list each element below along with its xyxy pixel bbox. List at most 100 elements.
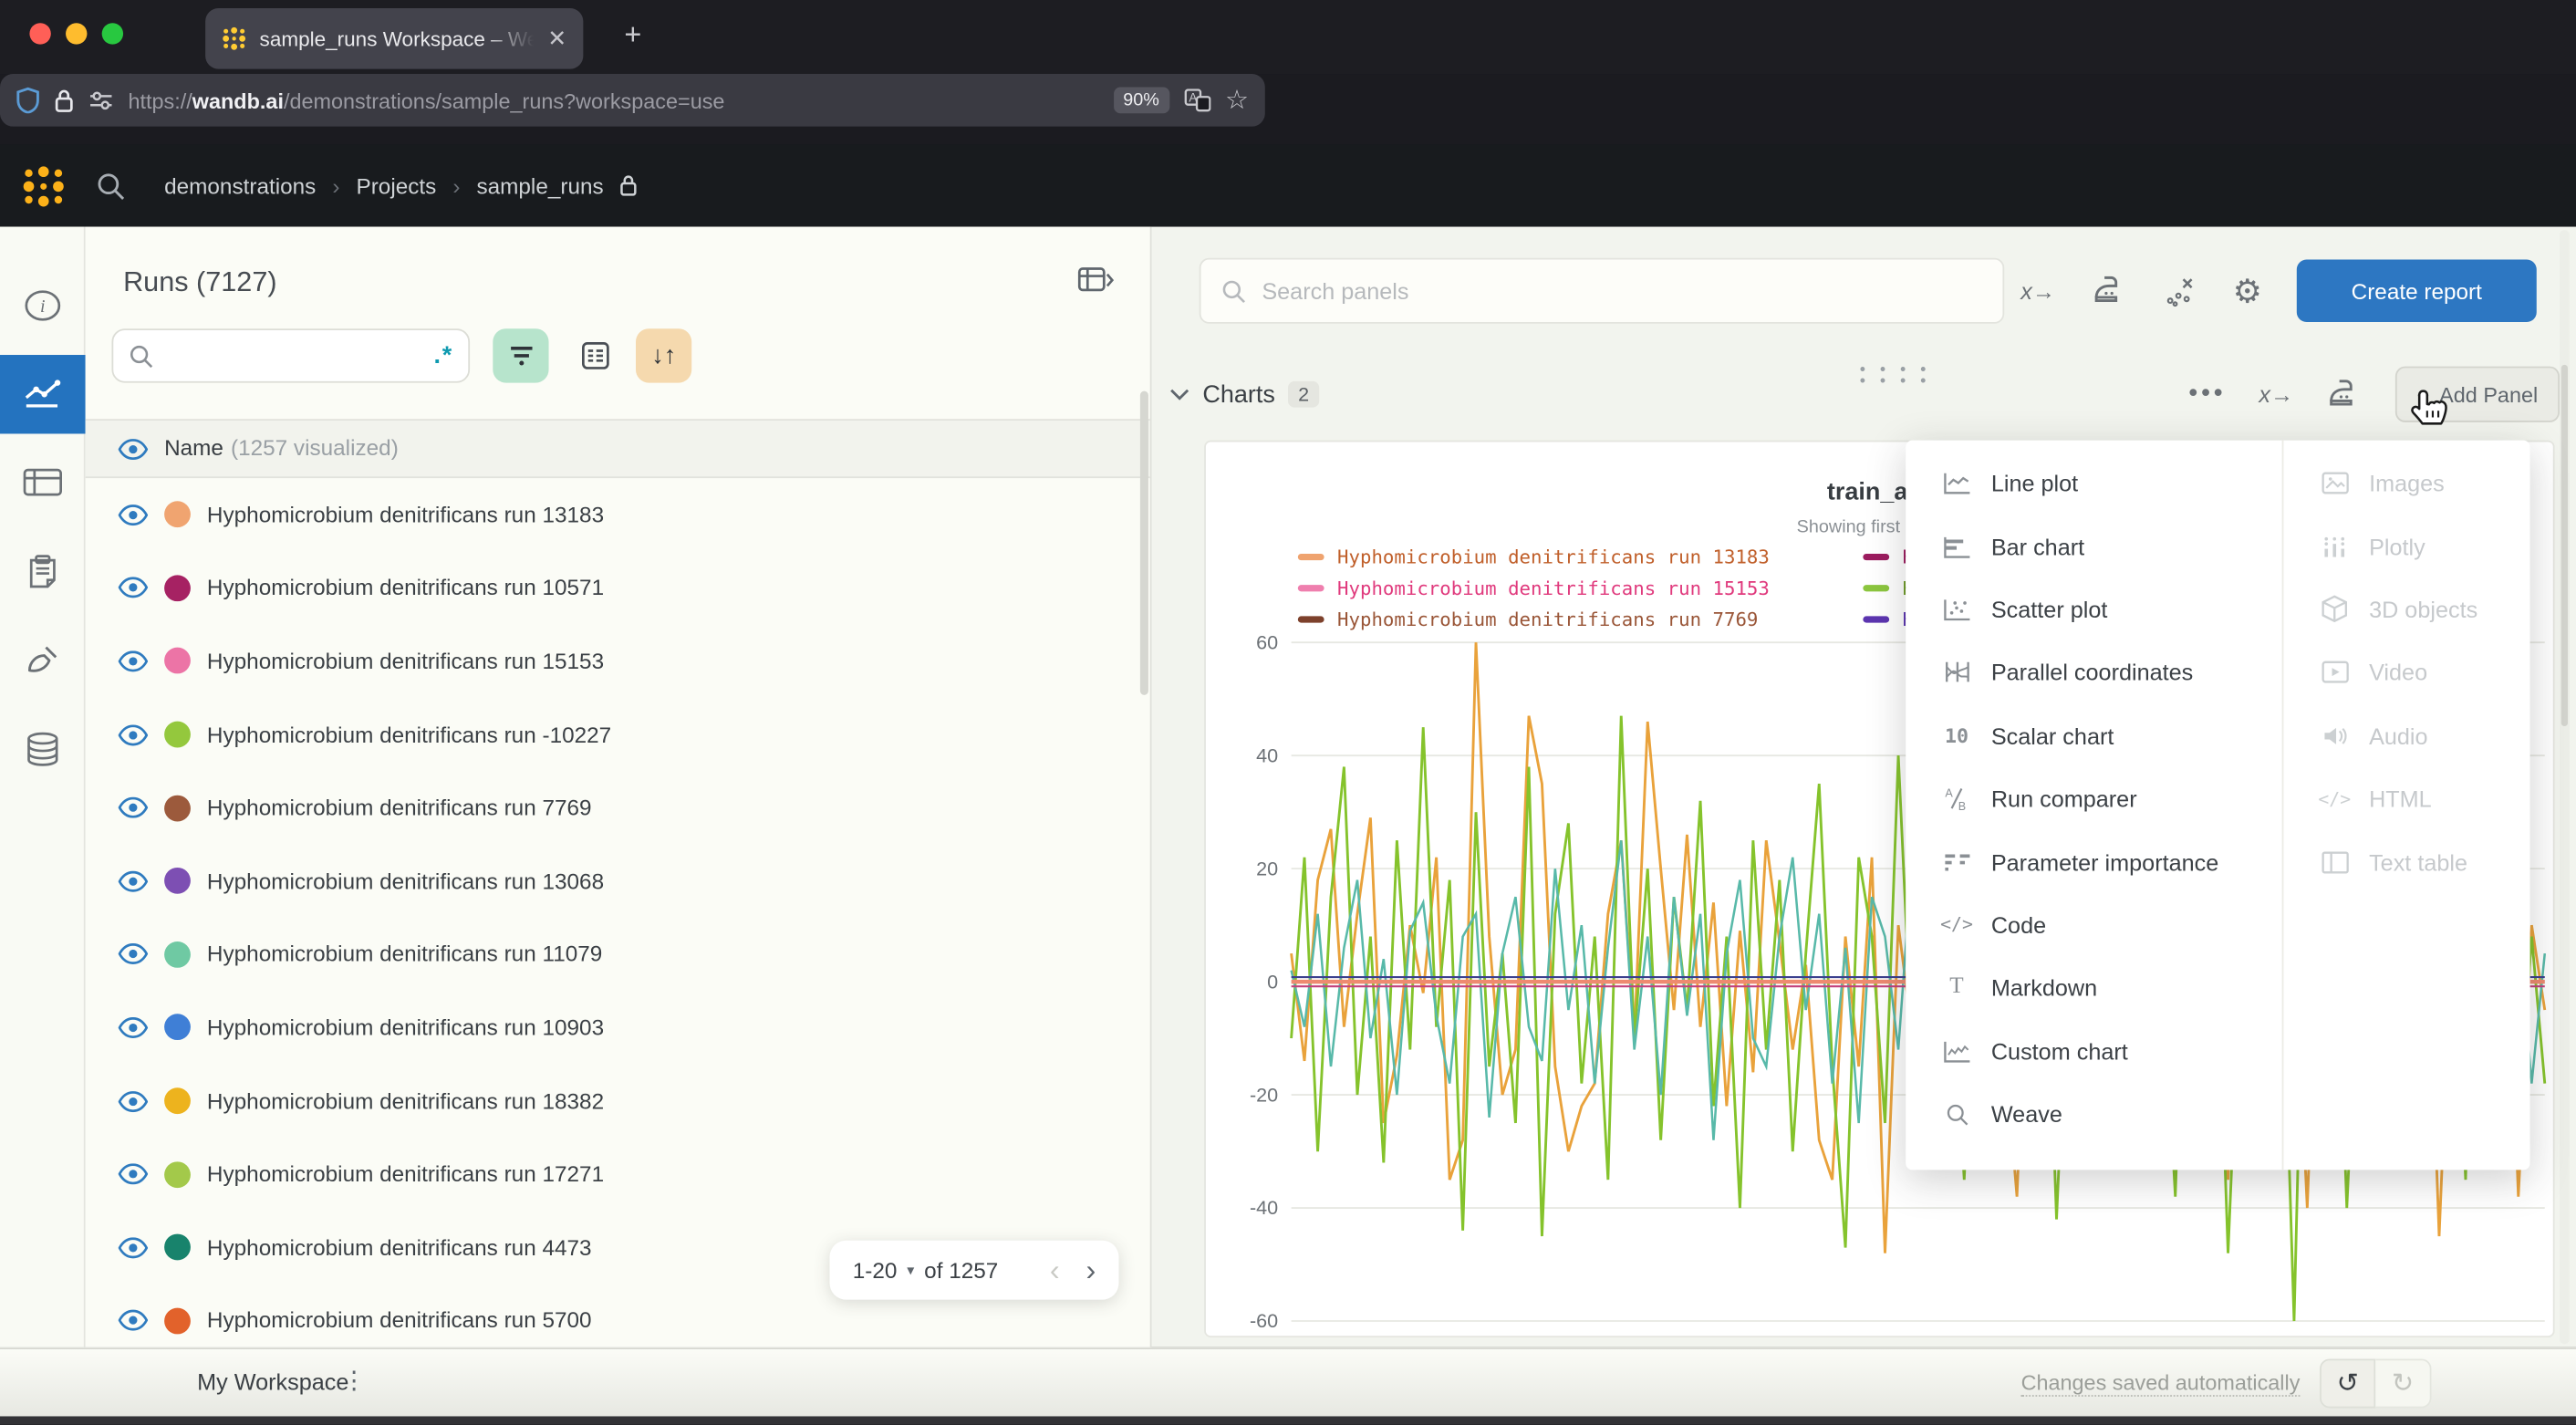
- wandb-logo[interactable]: [21, 164, 66, 209]
- url-text[interactable]: https://wandb.ai/demonstrations/sample_r…: [128, 88, 724, 112]
- x-axis-settings-icon[interactable]: x→: [2020, 277, 2055, 304]
- sidebar-item-overview[interactable]: i: [0, 266, 86, 345]
- workspace-settings-gear-icon[interactable]: ⚙: [2233, 270, 2262, 311]
- window-minimize-button[interactable]: [66, 23, 87, 44]
- run-name[interactable]: Hyphomicrobium denitrificans run 15153: [207, 649, 604, 673]
- regex-toggle-icon[interactable]: .*: [433, 342, 453, 370]
- run-row[interactable]: Hyphomicrobium denitrificans run 10903: [86, 991, 1152, 1064]
- run-name[interactable]: Hyphomicrobium denitrificans run 17271: [207, 1162, 604, 1187]
- pagination-control[interactable]: 1-20 ▾ of 1257 ‹ ›: [830, 1241, 1119, 1300]
- new-tab-button[interactable]: +: [624, 18, 641, 53]
- sidebar-item-reports[interactable]: [0, 533, 86, 611]
- redo-button[interactable]: ↻: [2375, 1358, 2431, 1408]
- sidebar-item-workspace[interactable]: [0, 355, 86, 433]
- breadcrumb-project[interactable]: sample_runs: [476, 173, 603, 198]
- menu-item-scalar-chart[interactable]: 10Scalar chart: [1906, 704, 2281, 767]
- breadcrumb-entity[interactable]: demonstrations: [164, 173, 316, 198]
- expand-table-icon[interactable]: [1077, 266, 1114, 295]
- legend-entry[interactable]: Hyphomicrobium denitrificans run 13183: [1298, 541, 1889, 572]
- menu-item-line-plot[interactable]: Line plot: [1906, 452, 2281, 515]
- run-row[interactable]: Hyphomicrobium denitrificans run 7769: [86, 771, 1152, 844]
- runs-search-input[interactable]: .*: [111, 328, 470, 382]
- run-name[interactable]: Hyphomicrobium denitrificans run 13183: [207, 503, 604, 527]
- menu-item-code[interactable]: </>Code: [1906, 893, 2281, 956]
- visibility-eye-icon[interactable]: [119, 1090, 148, 1111]
- run-name[interactable]: Hyphomicrobium denitrificans run 10571: [207, 576, 604, 600]
- section-x-axis-icon[interactable]: x→: [2259, 381, 2293, 408]
- section-smoothing-iron-icon[interactable]: [2326, 380, 2363, 409]
- visibility-eye-icon[interactable]: [119, 1017, 148, 1038]
- run-row[interactable]: Hyphomicrobium denitrificans run 13183: [86, 478, 1152, 551]
- menu-item-markdown[interactable]: TMarkdown: [1906, 956, 2281, 1019]
- visibility-eye-icon[interactable]: [119, 577, 148, 598]
- visibility-eye-icon[interactable]: [119, 650, 148, 671]
- bookmark-star-icon[interactable]: ☆: [1225, 84, 1249, 117]
- menu-item-weave[interactable]: Weave: [1906, 1083, 2281, 1146]
- run-name[interactable]: Hyphomicrobium denitrificans run 11079: [207, 942, 602, 967]
- sidebar-item-table[interactable]: [0, 443, 86, 522]
- section-chevron-down-icon[interactable]: [1169, 388, 1189, 400]
- run-row[interactable]: Hyphomicrobium denitrificans run 11079: [86, 918, 1152, 991]
- visibility-eye-icon[interactable]: [119, 723, 148, 744]
- run-name[interactable]: Hyphomicrobium denitrificans run 5700: [207, 1308, 592, 1333]
- run-name[interactable]: Hyphomicrobium denitrificans run 10903: [207, 1015, 604, 1040]
- page-range[interactable]: 1-20: [853, 1258, 898, 1283]
- run-row[interactable]: Hyphomicrobium denitrificans run 15153: [86, 625, 1152, 698]
- legend-entry[interactable]: Hyphomicrobium denitrificans run 15153: [1298, 572, 1889, 603]
- breadcrumb-projects[interactable]: Projects: [356, 173, 436, 198]
- menu-item-custom-chart[interactable]: Custom chart: [1906, 1020, 2281, 1083]
- panel-search-field[interactable]: [1200, 258, 2004, 324]
- global-search-icon[interactable]: [95, 171, 126, 202]
- url-bar[interactable]: https://wandb.ai/demonstrations/sample_r…: [0, 74, 1265, 127]
- workspace-scrollbar-thumb[interactable]: [2561, 365, 2568, 726]
- manage-columns-button[interactable]: [566, 328, 622, 382]
- run-row[interactable]: Hyphomicrobium denitrificans run 13068: [86, 845, 1152, 918]
- permissions-icon[interactable]: [88, 90, 113, 110]
- runs-scrollbar[interactable]: [1140, 391, 1148, 695]
- section-overflow-icon[interactable]: •••: [2188, 380, 2226, 409]
- visibility-eye-icon[interactable]: [119, 870, 148, 891]
- section-drag-handle-icon[interactable]: • • • •• • • •: [1860, 365, 1931, 388]
- menu-item-parameter-importance[interactable]: Parameter importance: [1906, 830, 2281, 893]
- run-name[interactable]: Hyphomicrobium denitrificans run 18382: [207, 1088, 604, 1113]
- visibility-eye-icon[interactable]: [119, 1310, 148, 1331]
- run-row[interactable]: Hyphomicrobium denitrificans run 18382: [86, 1065, 1152, 1138]
- runs-list-header[interactable]: Name (1257 visualized): [86, 419, 1152, 478]
- visibility-eye-icon[interactable]: [119, 1237, 148, 1258]
- visibility-eye-icon[interactable]: [119, 438, 148, 459]
- sort-runs-button[interactable]: ↓↑: [636, 328, 691, 382]
- sidebar-item-sweeps[interactable]: [0, 621, 86, 700]
- visibility-eye-icon[interactable]: [119, 1163, 148, 1184]
- run-row[interactable]: Hyphomicrobium denitrificans run -10227: [86, 698, 1152, 771]
- tracking-shield-icon[interactable]: [16, 87, 39, 113]
- prev-page-icon[interactable]: ‹: [1050, 1253, 1060, 1287]
- create-report-button[interactable]: Create report: [2297, 260, 2537, 322]
- window-close-button[interactable]: [29, 23, 50, 44]
- smoothing-iron-icon[interactable]: [2092, 276, 2128, 306]
- window-zoom-button[interactable]: [102, 23, 123, 44]
- run-name[interactable]: Hyphomicrobium denitrificans run 7769: [207, 796, 592, 820]
- menu-item-bar-chart[interactable]: Bar chart: [1906, 515, 2281, 577]
- browser-tab[interactable]: sample_runs Workspace – Weig ✕: [205, 8, 583, 69]
- next-page-icon[interactable]: ›: [1069, 1253, 1096, 1287]
- translate-icon[interactable]: A: [1184, 88, 1210, 111]
- zoom-level-badge[interactable]: 90%: [1113, 87, 1169, 113]
- outliers-icon[interactable]: [2164, 275, 2197, 307]
- menu-item-scatter-plot[interactable]: Scatter plot: [1906, 578, 2281, 641]
- undo-button[interactable]: ↺: [2320, 1358, 2375, 1408]
- tab-close-icon[interactable]: ✕: [547, 25, 566, 53]
- run-name[interactable]: Hyphomicrobium denitrificans run 13068: [207, 869, 604, 893]
- menu-item-parallel-coordinates[interactable]: Parallel coordinates: [1906, 641, 2281, 704]
- filter-runs-button[interactable]: [493, 328, 548, 382]
- run-name[interactable]: Hyphomicrobium denitrificans run -10227: [207, 723, 611, 747]
- charts-section-title[interactable]: Charts: [1202, 380, 1275, 409]
- menu-item-run-comparer[interactable]: ABRun comparer: [1906, 767, 2281, 830]
- visibility-eye-icon[interactable]: [119, 797, 148, 818]
- run-row[interactable]: Hyphomicrobium denitrificans run 17271: [86, 1138, 1152, 1211]
- panel-search-input[interactable]: [1262, 277, 1983, 304]
- lock-icon[interactable]: [54, 88, 74, 112]
- run-row[interactable]: Hyphomicrobium denitrificans run 10571: [86, 551, 1152, 624]
- visibility-eye-icon[interactable]: [119, 943, 148, 964]
- visibility-eye-icon[interactable]: [119, 504, 148, 525]
- workspace-kebab-menu-icon[interactable]: ⋮: [342, 1366, 367, 1395]
